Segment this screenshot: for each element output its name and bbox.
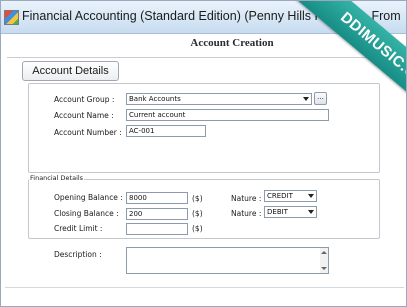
closing-nature-label: Nature :: [231, 209, 262, 218]
credit-limit-currency-label: ($): [192, 224, 203, 233]
opening-nature-select[interactable]: CREDIT: [264, 190, 317, 202]
closing-nature-select[interactable]: DEBIT: [264, 206, 317, 218]
credit-limit-label: Credit Limit :: [54, 224, 103, 233]
title-bar[interactable]: Financial Accounting (Standard Edition) …: [1, 1, 406, 34]
window: Financial Accounting (Standard Edition) …: [0, 0, 407, 307]
page-title: Account Creation: [190, 37, 274, 49]
account-name-label: Account Name :: [54, 111, 114, 120]
account-number-label: Account Number :: [54, 128, 122, 137]
chevron-down-icon: [303, 97, 309, 101]
tab-account-details[interactable]: Account Details: [22, 61, 119, 81]
account-group-select[interactable]: Bank Accounts: [126, 93, 312, 105]
closing-balance-input[interactable]: 200: [126, 208, 188, 220]
window-title: Financial Accounting (Standard Edition) …: [22, 9, 401, 23]
closing-balance-label: Closing Balance :: [54, 209, 119, 218]
scroll-up-icon[interactable]: [321, 251, 327, 254]
account-group-value: Bank Accounts: [129, 95, 181, 103]
closing-nature-value: DEBIT: [267, 208, 288, 216]
account-number-input[interactable]: AC-001: [126, 125, 206, 137]
description-label: Description :: [54, 250, 102, 259]
account-group-label: Account Group :: [54, 95, 115, 104]
browse-account-group-button[interactable]: ...: [314, 92, 327, 105]
financial-details-title: Financial Details: [29, 174, 85, 182]
app-icon: [4, 10, 19, 25]
opening-balance-label: Opening Balance :: [54, 193, 123, 202]
header-divider: [7, 57, 403, 58]
opening-nature-value: CREDIT: [267, 192, 293, 200]
description-scrollbar[interactable]: [320, 248, 328, 273]
chevron-down-icon: [308, 210, 314, 214]
opening-currency-label: ($): [192, 194, 203, 203]
scroll-down-icon[interactable]: [321, 267, 327, 270]
description-textarea[interactable]: [126, 247, 329, 274]
account-name-input[interactable]: Current account: [126, 109, 329, 121]
closing-currency-label: ($): [192, 209, 203, 218]
chevron-down-icon: [308, 194, 314, 198]
opening-nature-label: Nature :: [231, 194, 262, 203]
opening-balance-input[interactable]: 8000: [126, 192, 188, 204]
bottom-divider: [5, 287, 404, 288]
credit-limit-input[interactable]: [126, 223, 188, 235]
